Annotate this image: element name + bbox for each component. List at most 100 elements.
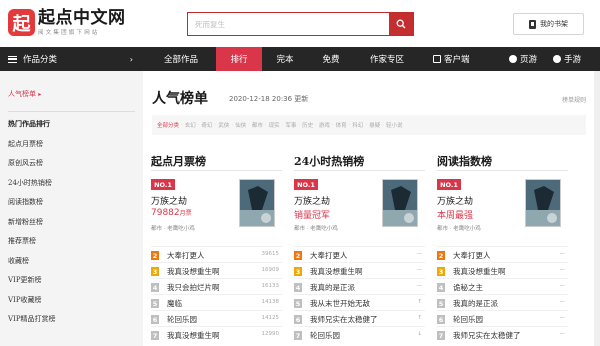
table-row: 4 我真的是正派 — [294, 278, 425, 294]
nav-all-works[interactable]: 全部作品 [151, 47, 211, 71]
nav-author-zone[interactable]: 作家专区 [358, 47, 416, 71]
rank-title[interactable]: 24小时热销榜 [294, 153, 364, 169]
sidebar-item-recommend[interactable]: 推荐票榜 [8, 236, 36, 246]
category-filter-bar: 全部分类 · 玄幻 · 奇幻 · 武侠 · 仙侠 · 都市 · 现实 · 军事 · 历史 · 游戏… [152, 115, 586, 135]
filter-xuanyi[interactable]: 悬疑 [369, 121, 380, 129]
search-input[interactable] [188, 13, 389, 35]
rank-count: 14125 [261, 315, 280, 321]
table-row: 6 轮回乐园 14125 [151, 310, 282, 326]
rank-number: 7 [294, 331, 302, 340]
book-title[interactable]: 我真的是正派 [310, 282, 355, 293]
table-row: 5 我真的是正派 — [437, 294, 568, 310]
rank-title[interactable]: 起点月票榜 [151, 153, 206, 169]
nav-client[interactable]: 客户端 [433, 47, 470, 71]
filter-all[interactable]: 全部分类 [157, 121, 179, 129]
sidebar-item-vipcollect[interactable]: VIP收藏榜 [8, 295, 42, 305]
filter-tiyu[interactable]: 体育 [336, 121, 347, 129]
table-row: 2 大奉打更人 — [294, 246, 425, 262]
book-title[interactable]: 我真没想重生啊 [453, 266, 506, 277]
site-logo[interactable]: 起 起点中文网 阅文集团旗下网站 [8, 9, 126, 36]
nav-webgame[interactable]: 页游 [509, 47, 537, 71]
rank-title[interactable]: 阅读指数榜 [437, 153, 492, 169]
book-cover[interactable] [525, 179, 561, 227]
rank-number: 5 [437, 299, 445, 308]
rank-number: 4 [294, 283, 302, 292]
filter-kehuan[interactable]: 科幻 [352, 121, 363, 129]
book-title[interactable]: 我真没想重生啊 [167, 330, 220, 341]
nav-ranking[interactable]: 排行 [216, 47, 262, 71]
top-stat-value: 79882 [151, 208, 180, 218]
chevron-right-icon: › [129, 54, 133, 64]
category-menu[interactable]: 作品分类 › [0, 47, 143, 71]
book-title[interactable]: 诡秘之主 [453, 282, 483, 293]
triangle-right-icon: ▸ [38, 91, 42, 98]
book-title[interactable]: 我真的是正派 [453, 298, 498, 309]
rank-number: 3 [151, 267, 159, 276]
filter-qingxiaoshuo[interactable]: 轻小说 [386, 121, 403, 129]
sidebar-item-readindex[interactable]: 阅读指数榜 [8, 197, 43, 207]
book-title[interactable]: 轮回乐园 [310, 330, 340, 341]
filter-dushi[interactable]: 都市 [252, 121, 263, 129]
category-label: 作品分类 [23, 55, 58, 65]
no1-badge: NO.1 [151, 179, 175, 190]
book-title[interactable]: 我从末世开始无敌 [310, 298, 370, 309]
book-title[interactable]: 我师兄实在太稳健了 [310, 314, 378, 325]
filter-youxi[interactable]: 游戏 [319, 121, 330, 129]
rule-link[interactable]: 榜单规则 [562, 95, 586, 104]
book-title[interactable]: 我只会拍烂片啊 [167, 282, 220, 293]
filter-xianshi[interactable]: 现实 [269, 121, 280, 129]
book-cover[interactable] [382, 179, 418, 227]
nav-finished[interactable]: 完本 [266, 47, 304, 71]
filter-lishi[interactable]: 历史 [302, 121, 313, 129]
sidebar-item-vipreward[interactable]: VIP精品打赏榜 [8, 314, 56, 324]
book-title[interactable]: 我真没想重生啊 [310, 266, 363, 277]
filter-xuanhuan[interactable]: 玄幻 [185, 121, 196, 129]
filter-wuxia[interactable]: 武侠 [218, 121, 229, 129]
search-button[interactable] [389, 13, 413, 35]
book-title[interactable]: 我师兄实在太稳健了 [453, 330, 521, 341]
sidebar-item-collect[interactable]: 收藏榜 [8, 256, 29, 266]
top-book-name[interactable]: 万族之劫 [151, 194, 187, 207]
mobile-game-icon [553, 55, 561, 63]
filter-qihuan[interactable]: 奇幻 [202, 121, 213, 129]
top-book-name[interactable]: 万族之劫 [437, 194, 473, 207]
scrollbar[interactable] [594, 71, 600, 346]
sidebar-item-original[interactable]: 原创风云榜 [8, 158, 43, 168]
nav-free[interactable]: 免费 [310, 47, 352, 71]
top-stat-unit: 月票 [179, 210, 192, 217]
book-title[interactable]: 大奉打更人 [453, 250, 491, 261]
book-title[interactable]: 大奉打更人 [310, 250, 348, 261]
table-row: 7 我真没想重生啊 12990 [151, 326, 282, 342]
rank-trend: — [559, 267, 566, 273]
sidebar-item-newfans[interactable]: 新增粉丝榜 [8, 217, 43, 227]
book-title[interactable]: 魔临 [167, 298, 182, 309]
filter-xianxia[interactable]: 仙侠 [235, 121, 246, 129]
table-row: 6 轮回乐园 — [437, 310, 568, 326]
rank-number: 2 [294, 251, 302, 260]
book-cover[interactable] [239, 179, 275, 227]
filter-junshi[interactable]: 军事 [285, 121, 296, 129]
book-title[interactable]: 大奉打更人 [167, 250, 205, 261]
rank-trend: ↑ [417, 299, 422, 305]
book-title[interactable]: 轮回乐园 [453, 314, 483, 325]
top-book-name[interactable]: 万族之劫 [294, 194, 330, 207]
rank-board-24h: 24小时热销榜 NO.1 万族之劫 销量冠军 都市 · 老鹰吃小鸡 2 大奉打更人… [294, 153, 429, 346]
nav-mobilegame[interactable]: 手游 [553, 47, 581, 71]
search-icon [396, 19, 406, 29]
book-title[interactable]: 轮回乐园 [167, 314, 197, 325]
rank-number: 7 [151, 331, 159, 340]
top-book-stat: 本周最强 [437, 208, 473, 221]
sidebar-item-24h[interactable]: 24小时热销榜 [8, 178, 52, 188]
rank-trend: ↓ [417, 331, 422, 337]
rank-trend: — [416, 251, 423, 257]
sidebar-item-popular[interactable]: 人气榜单 ▸ [8, 89, 41, 99]
bookshelf-button[interactable]: 我的书架 [513, 13, 584, 35]
sidebar-item-monthly[interactable]: 起点月票榜 [8, 139, 43, 149]
rank-count: 16909 [261, 267, 280, 273]
rank-number: 5 [151, 299, 159, 308]
sidebar-item-vipupdate[interactable]: VIP更新榜 [8, 275, 42, 285]
rank-number: 5 [294, 299, 302, 308]
search-box [187, 12, 414, 36]
main-nav: 作品分类 › 全部作品 排行 完本 免费 作家专区 客户端 页游 手游 [0, 47, 600, 71]
book-title[interactable]: 我真没想重生啊 [167, 266, 220, 277]
